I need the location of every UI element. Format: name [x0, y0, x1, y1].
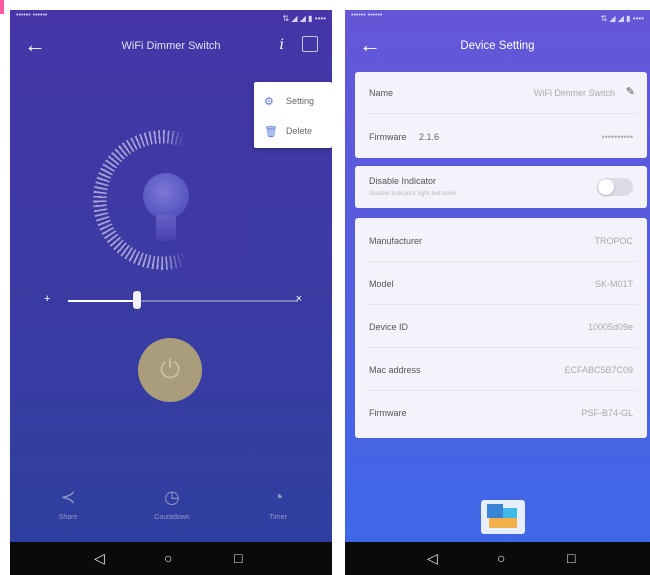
- mac-address-row: Mac address ECFABC5B7C09: [355, 349, 647, 391]
- brightness-decrease-icon[interactable]: +: [44, 293, 50, 305]
- model-row: Model SK-M01T: [355, 263, 647, 305]
- overflow-menu: ⚙ Setting 🗑 Delete: [254, 82, 332, 148]
- firmware-extra: ••••••••••: [601, 132, 633, 142]
- nav-share[interactable]: ≺ Share: [38, 486, 98, 521]
- model-label: Model: [369, 279, 394, 289]
- menu-item-delete[interactable]: 🗑 Delete: [254, 116, 332, 146]
- app-logo-icon[interactable]: [481, 500, 525, 534]
- gear-icon: ⚙: [264, 96, 274, 108]
- menu-item-setting-label: Setting: [286, 96, 315, 106]
- menu-item-delete-label: Delete: [286, 126, 313, 136]
- firmware-row[interactable]: Firmware 2.1.6 ••••••••••: [355, 116, 647, 158]
- edit-icon[interactable]: ✎: [626, 85, 635, 98]
- indicator-card: Disable Indicator disable indicator ligh…: [355, 166, 647, 208]
- carrier-text: •••••• ••••••: [16, 12, 48, 19]
- nav-share-label: Share: [58, 514, 78, 521]
- pink-corner-mark: [0, 0, 4, 14]
- device-id-label: Device ID: [369, 322, 409, 332]
- right-phone-screen: •••••• •••••• ⇅ ◢ ◢ ▮ •••• ← Device Sett…: [345, 10, 650, 575]
- app-bar: ← Device Setting: [345, 32, 650, 62]
- mac-address-label: Mac address: [369, 365, 421, 375]
- logo-part: [487, 504, 503, 518]
- android-recents-icon[interactable]: □: [234, 550, 242, 566]
- share-icon: ≺: [60, 487, 76, 507]
- divider: [365, 304, 637, 305]
- brightness-increase-icon[interactable]: ×: [296, 293, 302, 305]
- info-icon[interactable]: i: [280, 37, 284, 53]
- countdown-icon: ◷: [164, 487, 180, 507]
- manufacturer-value: TROPOC: [594, 236, 633, 246]
- android-back-icon[interactable]: ◁: [94, 550, 105, 566]
- device-id-row: Device ID 10005d09e: [355, 306, 647, 348]
- device-setting-screen: •••••• •••••• ⇅ ◢ ◢ ▮ •••• ← Device Sett…: [345, 10, 650, 542]
- android-nav-bar: ◁ ○ □: [345, 542, 650, 575]
- nav-timer[interactable]: ◔ Timer: [248, 486, 308, 521]
- page-title: Device Setting: [460, 40, 535, 52]
- brightness-slider-thumb[interactable]: [133, 291, 141, 309]
- bulb-base: [156, 215, 176, 241]
- name-label: Name: [369, 88, 394, 98]
- indicator-sublabel: disable indicator light behavior: [369, 190, 457, 197]
- nav-timer-label: Timer: [269, 514, 287, 521]
- device-details-card: Manufacturer TROPOC Model SK-M01T Device…: [355, 218, 647, 438]
- manufacturer-row: Manufacturer TROPOC: [355, 220, 647, 262]
- android-recents-icon[interactable]: □: [567, 550, 575, 566]
- firmware-version: 2.1.6: [419, 132, 440, 142]
- divider: [365, 261, 637, 262]
- bottom-nav: ≺ Share ◷ Countdown ◔ Timer: [10, 486, 332, 536]
- device-info-card: Name WiFi Dimmer Switch ✎ Firmware 2.1.6…: [355, 72, 647, 158]
- brightness-slider-track[interactable]: [68, 300, 298, 302]
- device-id-value: 10005d09e: [587, 322, 633, 332]
- status-icons: ⇅ ◢ ◢ ▮ ••••: [600, 14, 644, 23]
- firmware-detail-label: Firmware: [369, 408, 407, 418]
- firmware-detail-row: Firmware PSF-B74-GL: [355, 392, 647, 434]
- firmware-detail-value: PSF-B74-GL: [581, 408, 633, 418]
- nav-countdown-label: Countdown: [154, 514, 190, 521]
- android-home-icon[interactable]: ○: [164, 550, 172, 566]
- mac-address-value: ECFABC5B7C09: [564, 365, 633, 375]
- logo-part: [489, 518, 517, 528]
- name-value: WiFi Dimmer Switch: [534, 88, 615, 98]
- manufacturer-label: Manufacturer: [369, 236, 423, 246]
- timer-icon: ◔: [272, 487, 284, 507]
- divider: [365, 113, 637, 114]
- brightness-slider-fill: [68, 300, 137, 302]
- indicator-label: Disable Indicator: [369, 176, 437, 186]
- firmware-label: Firmware: [369, 132, 407, 142]
- menu-item-setting[interactable]: ⚙ Setting: [254, 86, 332, 116]
- model-value: SK-M01T: [594, 279, 633, 289]
- android-home-icon[interactable]: ○: [497, 550, 505, 566]
- divider: [365, 390, 637, 391]
- power-icon: ⏻: [159, 354, 181, 384]
- bulb-icon: [143, 173, 189, 219]
- android-back-icon[interactable]: ◁: [427, 550, 438, 566]
- left-phone-screen: •••••• •••••• ⇅ ◢ ◢ ▮ •••• ← WiFi Dimmer…: [10, 10, 332, 575]
- power-button[interactable]: ⏻: [138, 338, 202, 402]
- status-bar: •••••• •••••• ⇅ ◢ ◢ ▮ ••••: [345, 10, 650, 28]
- android-nav-bar: ◁ ○ □: [10, 542, 332, 575]
- toggle-knob: [598, 179, 614, 195]
- name-row[interactable]: Name WiFi Dimmer Switch ✎: [355, 72, 647, 114]
- nav-countdown[interactable]: ◷ Countdown: [142, 486, 202, 521]
- more-menu-icon[interactable]: [302, 36, 318, 52]
- indicator-toggle[interactable]: [597, 178, 633, 196]
- logo-part: [503, 508, 517, 518]
- status-bar: •••••• •••••• ⇅ ◢ ◢ ▮ ••••: [10, 10, 332, 28]
- carrier-text: •••••• ••••••: [351, 12, 383, 19]
- app-bar: ← WiFi Dimmer Switch i: [10, 32, 332, 62]
- divider: [365, 347, 637, 348]
- status-icons: ⇅ ◢ ◢ ▮ ••••: [282, 14, 326, 23]
- trash-icon: 🗑: [264, 126, 278, 138]
